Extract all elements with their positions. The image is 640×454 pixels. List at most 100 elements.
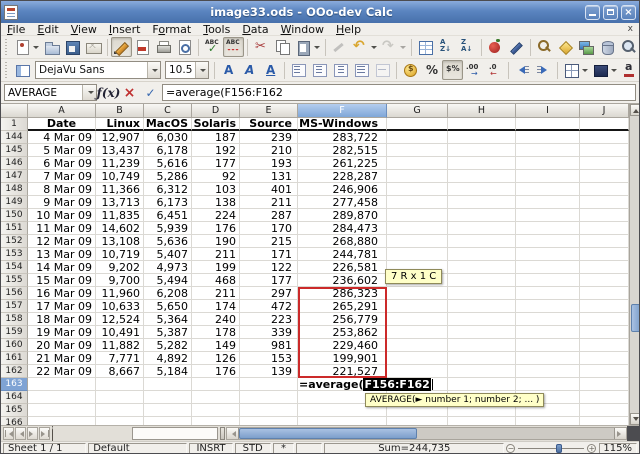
data-cell[interactable] [580,404,629,417]
styles-button[interactable] [12,60,33,80]
background-color-button[interactable] [590,60,619,80]
save-button[interactable] [62,37,83,57]
data-cell[interactable] [516,313,580,326]
data-cell[interactable] [580,131,629,144]
data-cell[interactable] [448,365,516,378]
data-cell[interactable]: 244,781 [298,248,387,261]
data-cell[interactable] [580,287,629,300]
bold-button[interactable] [218,60,239,80]
data-cell[interactable] [580,417,629,425]
row-header-161[interactable]: 161 [1,352,28,365]
decrease-indent-button[interactable] [512,60,533,80]
data-cell[interactable] [448,196,516,209]
data-cell[interactable]: 15 Mar 09 [28,274,96,287]
header-cell[interactable] [448,118,516,131]
data-cell[interactable]: 211 [240,196,298,209]
data-cell[interactable]: 229,460 [298,339,387,352]
data-cell[interactable] [387,417,448,425]
chevron-down-icon[interactable] [582,69,588,72]
data-cell[interactable] [580,326,629,339]
align-justified-button[interactable] [351,60,372,80]
data-cell[interactable] [448,157,516,170]
data-cell[interactable]: 11,366 [96,183,144,196]
percent-button[interactable] [421,60,442,80]
vertical-scrollbar[interactable] [629,104,640,425]
row-header-158[interactable]: 158 [1,313,28,326]
data-cell[interactable] [144,417,192,425]
data-cell[interactable] [516,196,580,209]
data-cell[interactable]: 239 [240,131,298,144]
data-cell[interactable] [448,326,516,339]
data-cell[interactable] [387,326,448,339]
data-cell[interactable] [580,378,629,391]
name-box-dropdown-button[interactable] [82,85,96,100]
header-cell[interactable]: MS-Windows [298,118,387,131]
data-cell[interactable] [448,183,516,196]
align-right-button[interactable] [330,60,351,80]
data-cell[interactable]: 187 [192,131,240,144]
column-header-i[interactable]: I [516,104,580,118]
data-cell[interactable] [448,235,516,248]
data-cell[interactable]: 126 [192,352,240,365]
data-cell[interactable]: 17 Mar 09 [28,300,96,313]
row-header-160[interactable]: 160 [1,339,28,352]
column-header-e[interactable]: E [240,104,298,118]
data-cell[interactable]: 6,178 [144,144,192,157]
data-cell[interactable]: 472 [240,300,298,313]
data-cell[interactable]: 339 [240,326,298,339]
data-cell[interactable] [516,274,580,287]
data-cell[interactable]: 226,581 [298,261,387,274]
row-header-151[interactable]: 151 [1,222,28,235]
data-cell[interactable] [28,417,96,425]
data-cell[interactable] [240,391,298,404]
data-cell[interactable]: 131 [240,170,298,183]
data-cell[interactable] [516,352,580,365]
data-cell[interactable] [387,144,448,157]
data-cell[interactable]: 5,184 [144,365,192,378]
vertical-scrollbar-thumb[interactable] [631,304,640,332]
data-cell[interactable] [192,391,240,404]
horizontal-scrollbar-thumb[interactable] [239,428,417,439]
data-cell[interactable] [387,339,448,352]
document-close-button[interactable]: x [622,24,639,34]
row-header-165[interactable]: 165 [1,404,28,417]
menu-edit[interactable]: Edit [31,23,64,36]
data-cell[interactable]: 122 [240,261,298,274]
data-cell[interactable]: 190 [192,235,240,248]
data-cell[interactable]: 199,901 [298,352,387,365]
data-cell[interactable]: 287 [240,209,298,222]
data-cell[interactable] [387,183,448,196]
header-cell[interactable]: Source [240,118,298,131]
data-cell[interactable]: 5,282 [144,339,192,352]
data-cell[interactable] [240,378,298,391]
column-header-b[interactable]: B [96,104,144,118]
zoom-in-button[interactable]: + [587,444,596,453]
data-cell[interactable] [387,157,448,170]
currency-button[interactable] [400,60,421,80]
data-cell[interactable] [192,378,240,391]
menu-window[interactable]: Window [275,23,330,36]
paste-button[interactable] [293,37,322,57]
data-cell[interactable] [387,313,448,326]
close-button[interactable]: × [621,5,636,20]
data-cell[interactable]: 103 [192,183,240,196]
data-cell[interactable]: 13,437 [96,144,144,157]
data-cell[interactable] [96,391,144,404]
print-button[interactable] [153,37,174,57]
italic-button[interactable] [239,60,260,80]
number-format-standard-button[interactable] [442,60,463,80]
data-cell[interactable]: 8 Mar 09 [28,183,96,196]
cancel-button[interactable]: × [120,84,139,102]
data-cell[interactable]: 178 [192,326,240,339]
draw-functions-button[interactable] [506,37,527,57]
column-header-j[interactable]: J [580,104,629,118]
data-cell[interactable] [516,248,580,261]
data-cell[interactable]: 199 [192,261,240,274]
column-header-c[interactable]: C [144,104,192,118]
data-cell[interactable]: 284,473 [298,222,387,235]
chevron-down-icon[interactable] [611,69,617,72]
row-header-154[interactable]: 154 [1,261,28,274]
data-cell[interactable]: 4,892 [144,352,192,365]
data-cell[interactable]: 21 Mar 09 [28,352,96,365]
data-cell[interactable]: 277,458 [298,196,387,209]
